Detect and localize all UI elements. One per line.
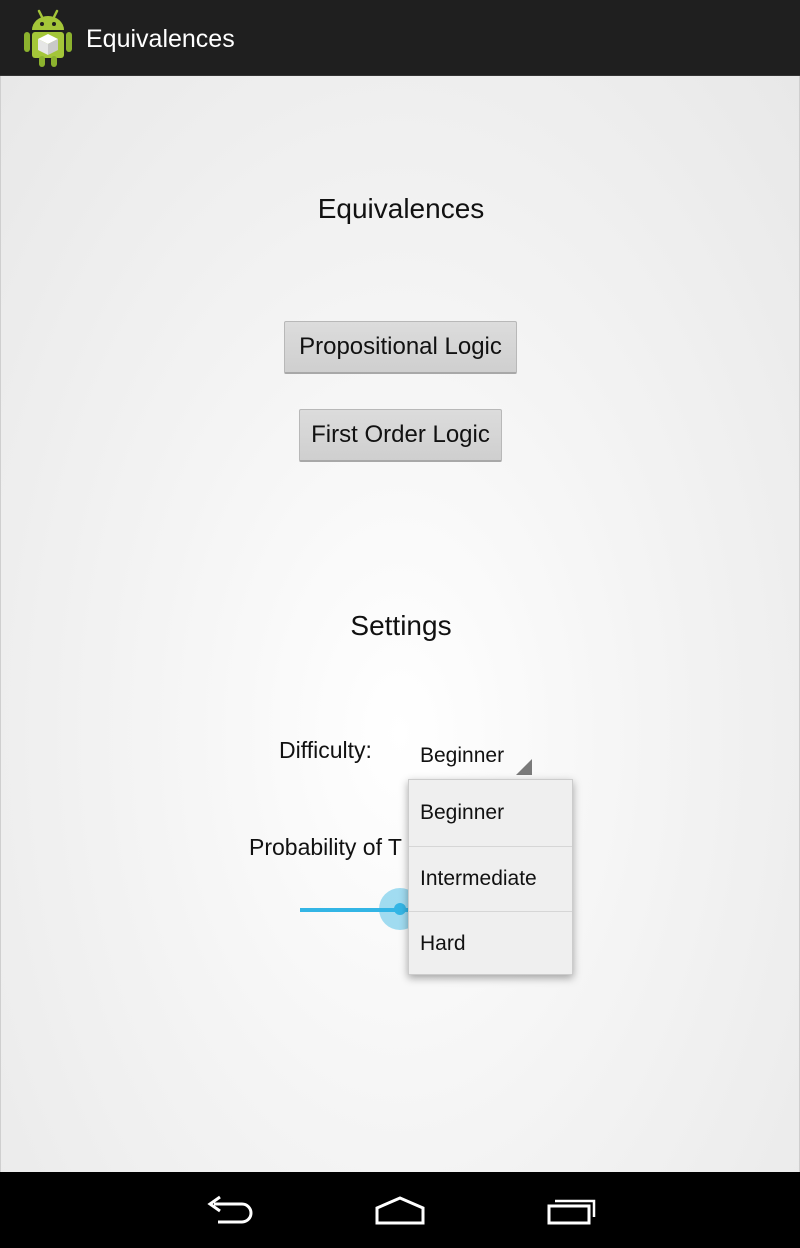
android-robot-icon[interactable] bbox=[22, 8, 74, 68]
difficulty-dropdown: Beginner Intermediate Hard bbox=[408, 779, 573, 975]
settings-heading: Settings bbox=[350, 610, 452, 641]
recents-icon[interactable] bbox=[542, 1190, 602, 1230]
probability-label: Probability of T bbox=[249, 834, 402, 860]
seek-bar-thumb-core bbox=[394, 903, 406, 915]
back-icon[interactable] bbox=[200, 1190, 260, 1230]
propositional-logic-button[interactable]: Propositional Logic bbox=[284, 321, 517, 374]
spinner-arrow-icon bbox=[516, 759, 532, 775]
dropdown-item-intermediate[interactable]: Intermediate bbox=[409, 846, 572, 910]
action-bar: Equivalences bbox=[0, 0, 800, 76]
dropdown-item-hard[interactable]: Hard bbox=[409, 911, 572, 975]
home-icon[interactable] bbox=[370, 1190, 430, 1230]
difficulty-spinner[interactable]: Beginner bbox=[409, 738, 533, 778]
app-title: Equivalences bbox=[86, 25, 235, 53]
navigation-bar bbox=[0, 1172, 800, 1248]
page-title: Equivalences bbox=[317, 193, 485, 224]
difficulty-spinner-value: Beginner bbox=[420, 744, 505, 767]
dropdown-item-beginner[interactable]: Beginner bbox=[409, 781, 572, 845]
main-content: Equivalences Propositional Logic First O… bbox=[0, 76, 800, 1172]
difficulty-label: Difficulty: bbox=[279, 737, 372, 763]
first-order-logic-button[interactable]: First Order Logic bbox=[299, 409, 502, 462]
